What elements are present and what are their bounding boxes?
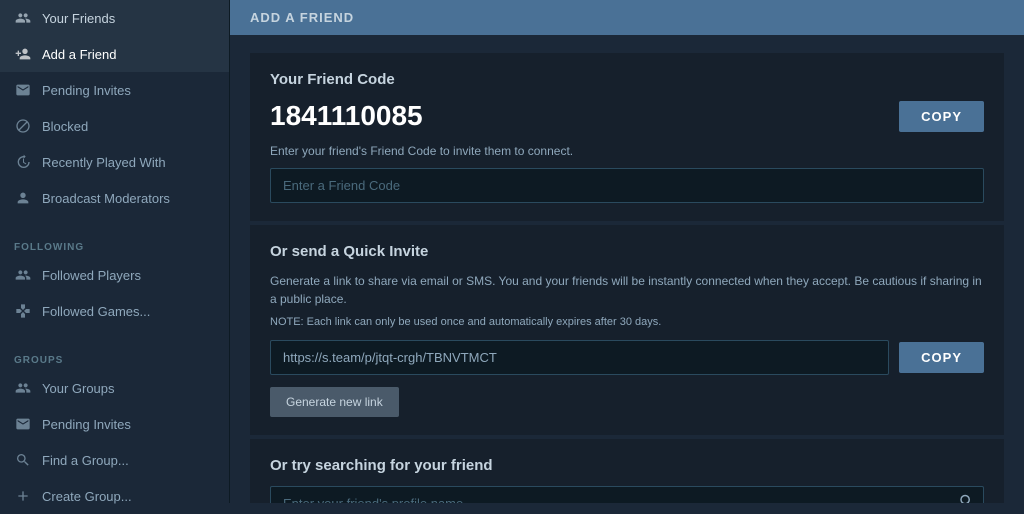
quick-invite-link: https://s.team/p/jtqt-crgh/TBNVTMCT bbox=[270, 340, 889, 375]
sidebar-item-label: Your Groups bbox=[42, 381, 115, 396]
sidebar-item-label: Create Group... bbox=[42, 489, 132, 504]
friend-code-row: 1841110085 COPY bbox=[270, 100, 984, 132]
sidebar-item-your-friends[interactable]: Your Friends bbox=[0, 0, 229, 36]
add-friend-icon bbox=[14, 45, 32, 63]
sidebar-item-label: Pending Invites bbox=[42, 83, 131, 98]
groups-icon bbox=[14, 379, 32, 397]
following-section-label: FOLLOWING bbox=[0, 228, 229, 257]
search-friend-input[interactable] bbox=[270, 486, 984, 503]
sidebar-item-pending-invites-groups[interactable]: Pending Invites bbox=[0, 406, 229, 442]
sidebar-item-label: Your Friends bbox=[42, 11, 115, 26]
search2-icon bbox=[14, 451, 32, 469]
sidebar-item-pending-invites[interactable]: Pending Invites bbox=[0, 72, 229, 108]
sidebar-item-followed-games[interactable]: Followed Games... bbox=[0, 293, 229, 329]
sidebar-item-label: Broadcast Moderators bbox=[42, 191, 170, 206]
sidebar-item-add-friend[interactable]: Add a Friend bbox=[0, 36, 229, 72]
sidebar-item-label: Followed Players bbox=[42, 268, 141, 283]
friend-code-section: Your Friend Code 1841110085 COPY Enter y… bbox=[250, 53, 1004, 221]
search-input-wrap bbox=[270, 486, 984, 503]
page-header: ADD A FRIEND bbox=[230, 0, 1024, 35]
copy-friend-code-button[interactable]: COPY bbox=[899, 101, 984, 132]
search-icon-button[interactable] bbox=[958, 492, 976, 503]
groups-section-label: GROUPS bbox=[0, 341, 229, 370]
content-area: Your Friend Code 1841110085 COPY Enter y… bbox=[230, 35, 1024, 503]
sidebar-item-blocked[interactable]: Blocked bbox=[0, 108, 229, 144]
envelope-icon bbox=[14, 81, 32, 99]
sidebar-item-label: Followed Games... bbox=[42, 304, 150, 319]
sidebar-item-create-group[interactable]: Create Group... bbox=[0, 478, 229, 514]
friends-icon bbox=[14, 9, 32, 27]
controller-icon bbox=[14, 302, 32, 320]
envelope2-icon bbox=[14, 415, 32, 433]
sidebar-item-followed-players[interactable]: Followed Players bbox=[0, 257, 229, 293]
friend-code-hint: Enter your friend's Friend Code to invit… bbox=[270, 144, 984, 158]
quick-invite-note: NOTE: Each link can only be used once an… bbox=[270, 316, 984, 328]
sidebar-item-label: Recently Played With bbox=[42, 155, 166, 170]
friend-code-input[interactable] bbox=[270, 168, 984, 203]
generate-new-link-button[interactable]: Generate new link bbox=[270, 387, 399, 417]
clock-icon bbox=[14, 153, 32, 171]
quick-invite-description: Generate a link to share via email or SM… bbox=[270, 272, 984, 308]
sidebar-item-your-groups[interactable]: Your Groups bbox=[0, 370, 229, 406]
quick-invite-title: Or send a Quick Invite bbox=[270, 243, 984, 260]
followed-players-icon bbox=[14, 266, 32, 284]
main-content: ADD A FRIEND Your Friend Code 1841110085… bbox=[230, 0, 1024, 503]
sidebar-item-recently-played[interactable]: Recently Played With bbox=[0, 144, 229, 180]
friend-code-title: Your Friend Code bbox=[270, 71, 984, 88]
sidebar-item-broadcast-moderators[interactable]: Broadcast Moderators bbox=[0, 180, 229, 216]
plus-icon bbox=[14, 487, 32, 505]
sidebar-item-label: Blocked bbox=[42, 119, 88, 134]
search-friend-section: Or try searching for your friend bbox=[250, 439, 1004, 503]
friend-code-value: 1841110085 bbox=[270, 100, 887, 132]
sidebar-item-label: Add a Friend bbox=[42, 47, 116, 62]
person-icon bbox=[14, 189, 32, 207]
quick-invite-section: Or send a Quick Invite Generate a link t… bbox=[250, 225, 1004, 435]
sidebar: Your Friends Add a Friend Pending Invite… bbox=[0, 0, 230, 503]
sidebar-item-label: Find a Group... bbox=[42, 453, 129, 468]
copy-invite-link-button[interactable]: COPY bbox=[899, 342, 984, 373]
quick-invite-link-row: https://s.team/p/jtqt-crgh/TBNVTMCT COPY bbox=[270, 340, 984, 375]
sidebar-item-find-group[interactable]: Find a Group... bbox=[0, 442, 229, 478]
blocked-icon bbox=[14, 117, 32, 135]
search-friend-title: Or try searching for your friend bbox=[270, 457, 984, 474]
sidebar-item-label: Pending Invites bbox=[42, 417, 131, 432]
